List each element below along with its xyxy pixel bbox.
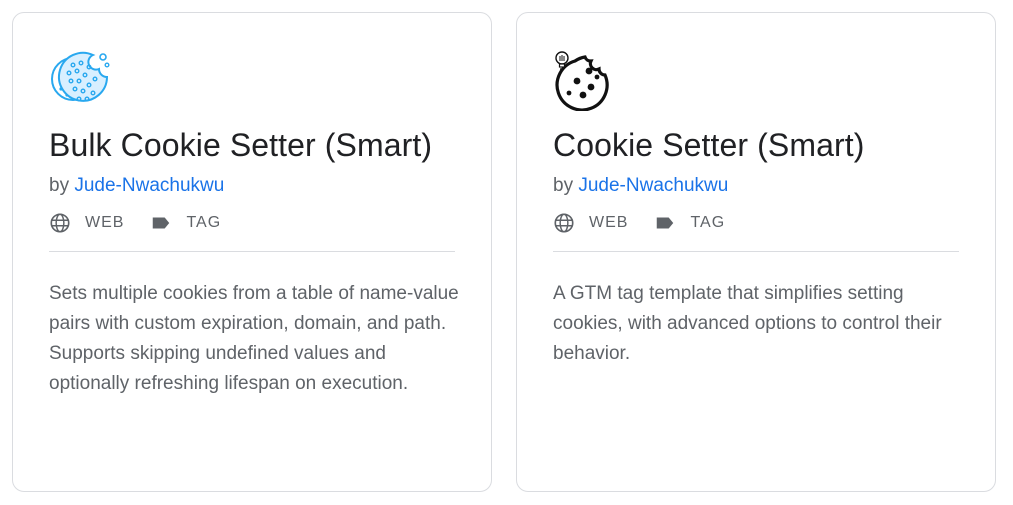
by-label: by <box>553 175 574 196</box>
card-title: Bulk Cookie Setter (Smart) <box>49 127 433 163</box>
card-author-line: by Jude-Nwachukwu <box>49 175 224 197</box>
divider <box>49 251 455 252</box>
card-author-line: by Jude-Nwachukwu <box>553 175 728 197</box>
card-meta: WEB TAG <box>49 212 247 234</box>
platform-badge: WEB <box>553 212 628 234</box>
card-description: A GTM tag template that simplifies setti… <box>553 283 942 364</box>
divider <box>553 251 959 252</box>
label-tag-icon <box>657 217 674 229</box>
platform-label: WEB <box>85 214 125 231</box>
type-label: TAG <box>690 214 726 231</box>
platform-label: WEB <box>589 214 629 231</box>
card-description: Sets multiple cookies from a table of na… <box>49 283 459 394</box>
template-card-cookie-setter[interactable]: Cookie Setter (Smart) by Jude-Nwachukwu … <box>516 12 996 492</box>
black-cookie-lightbulb-icon <box>553 49 615 111</box>
by-label: by <box>49 175 70 196</box>
blue-cookie-icon <box>49 49 111 111</box>
type-label: TAG <box>186 214 222 231</box>
card-title: Cookie Setter (Smart) <box>553 127 865 163</box>
platform-badge: WEB <box>49 212 124 234</box>
template-card-bulk-cookie-setter[interactable]: Bulk Cookie Setter (Smart) by Jude-Nwach… <box>12 12 492 492</box>
author-link[interactable]: Jude-Nwachukwu <box>578 175 728 196</box>
author-link[interactable]: Jude-Nwachukwu <box>74 175 224 196</box>
type-badge: TAG <box>654 212 725 234</box>
type-badge: TAG <box>150 212 221 234</box>
globe-icon <box>50 213 70 233</box>
globe-icon <box>554 213 574 233</box>
card-meta: WEB TAG <box>553 212 751 234</box>
label-tag-icon <box>153 217 170 229</box>
